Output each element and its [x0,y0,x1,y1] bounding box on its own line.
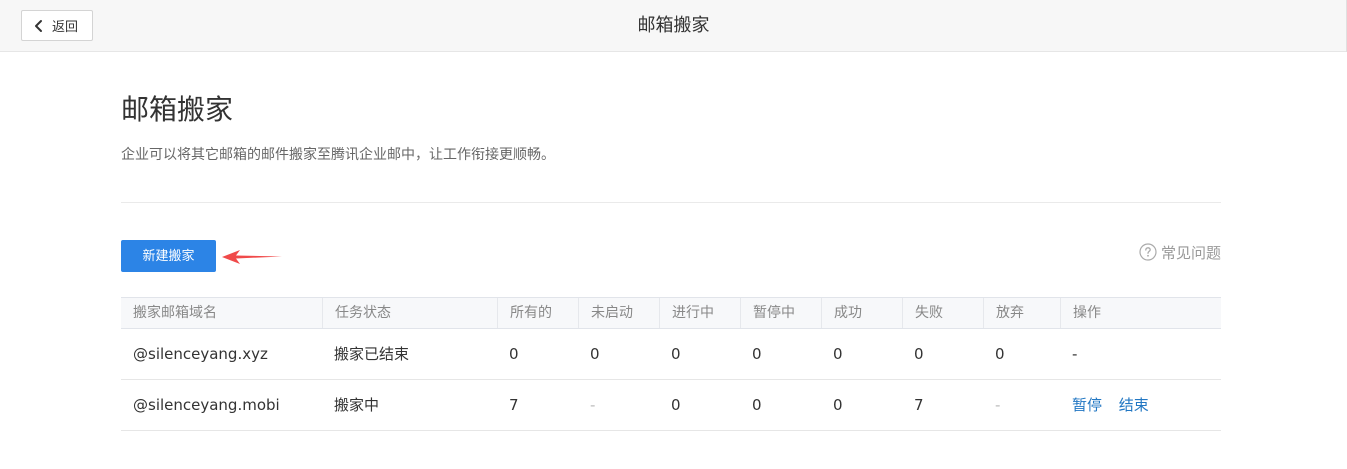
section-divider [121,202,1221,203]
cell-not-started: 0 [590,345,600,363]
column-header-abandoned: 放弃 [983,298,1060,328]
cell-not-started: - [590,396,596,414]
cell-paused: 0 [752,345,762,363]
column-header-domain: 搬家邮箱域名 [133,305,217,321]
faq-label: 常见问题 [1160,243,1221,262]
pause-link[interactable]: 暂停 [1072,396,1102,414]
cell-status: 搬家已结束 [334,345,410,363]
column-header-success: 成功 [821,298,902,328]
column-header-all: 所有的 [497,298,578,328]
column-header-paused: 暂停中 [740,298,821,328]
page-title: 邮箱搬家 [121,93,234,126]
cell-failed: 0 [914,345,924,363]
column-header-failed: 失败 [902,298,983,328]
cell-success: 0 [833,345,843,363]
end-link[interactable]: 结束 [1119,396,1149,414]
table-header: 搬家邮箱域名 任务状态 所有的 未启动 进行中 暂停中 成功 失败 放弃 操作 [121,297,1221,329]
top-bar: 返回 邮箱搬家 [0,0,1347,52]
cell-failed: 7 [914,396,924,414]
cell-status: 搬家中 [334,396,380,414]
page-description: 企业可以将其它邮箱的邮件搬家至腾讯企业邮中，让工作衔接更顺畅。 [121,147,555,163]
column-header-not-started: 未启动 [578,298,659,328]
cell-abandoned: 0 [995,345,1005,363]
cell-actions: 暂停 结束 [1060,380,1221,430]
cell-in-progress: 0 [671,345,681,363]
cell-in-progress: 0 [671,396,681,414]
arrow-annotation-icon [222,250,282,264]
cell-all: 7 [509,396,519,414]
cell-domain: @silenceyang.mobi [133,396,280,414]
cell-action-none: - [1072,345,1078,363]
question-circle-icon [1139,243,1157,261]
new-migration-button[interactable]: 新建搬家 [121,240,216,272]
column-header-status: 任务状态 [322,298,497,328]
cell-abandoned: - [995,396,1001,414]
column-header-actions: 操作 [1060,298,1221,328]
table-row: @silenceyang.mobi 搬家中 7 - 0 0 0 7 - 暂停 结… [121,380,1221,431]
cell-domain: @silenceyang.xyz [133,345,268,363]
table-row: @silenceyang.xyz 搬家已结束 0 0 0 0 0 0 0 - [121,329,1221,380]
cell-success: 0 [833,396,843,414]
faq-link[interactable]: 常见问题 [1139,242,1221,262]
migration-table: 搬家邮箱域名 任务状态 所有的 未启动 进行中 暂停中 成功 失败 放弃 操作 … [121,297,1221,431]
cell-all: 0 [509,345,519,363]
column-header-in-progress: 进行中 [659,298,740,328]
window-title: 邮箱搬家 [637,15,710,36]
cell-paused: 0 [752,396,762,414]
